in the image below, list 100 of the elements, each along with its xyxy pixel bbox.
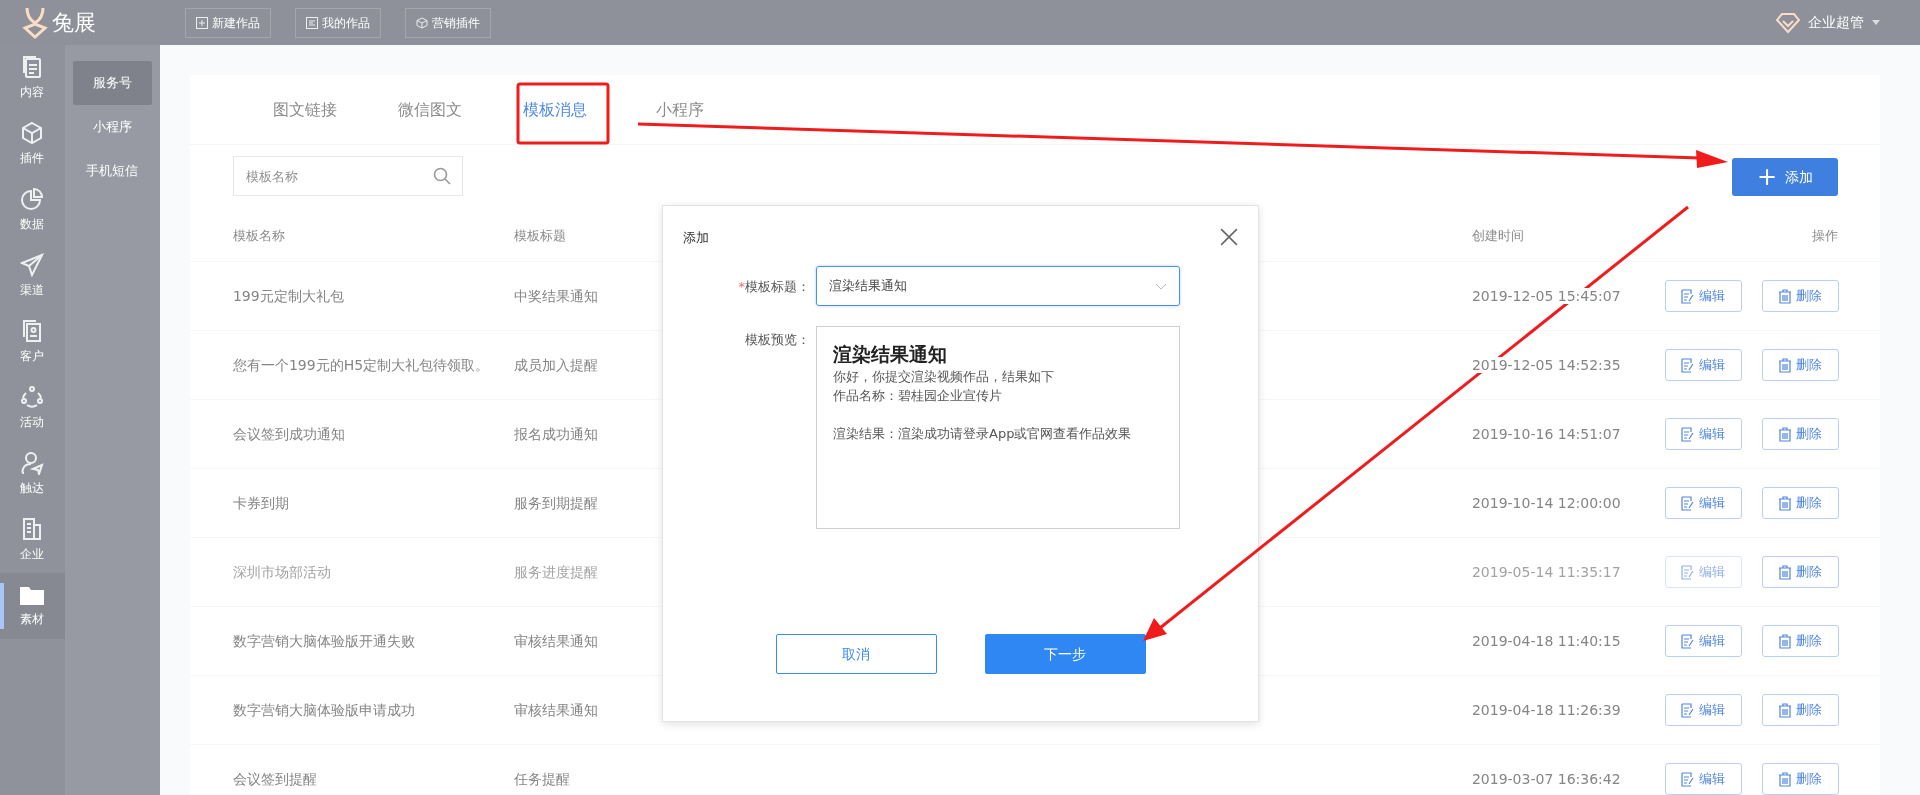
table-cell: 报名成功通知 xyxy=(513,425,598,442)
search-field[interactable]: 模板名称 xyxy=(232,156,463,196)
table-cell: 数字营销大脑体验版开通失败 xyxy=(232,632,415,649)
tab[interactable]: 图文链接 xyxy=(242,97,368,122)
sidebar-item[interactable]: 内容 xyxy=(0,45,65,111)
table-cell: 服务到期提醒 xyxy=(513,494,598,511)
nav-button[interactable]: 我的作品 xyxy=(295,7,381,38)
nav-button[interactable]: 新建作品 xyxy=(185,7,271,38)
table-cell: 您有一个199元的H5定制大礼包待领取。 xyxy=(232,356,490,373)
field-label: 模板预览： xyxy=(745,332,810,347)
cube-icon xyxy=(20,121,45,145)
table-cell: 会议签到提醒 xyxy=(232,770,317,787)
edit-icon xyxy=(1681,633,1696,649)
subnav-item[interactable]: 小程序 xyxy=(72,105,152,149)
rabbit-logo-icon xyxy=(22,5,48,40)
subnav-item[interactable]: 手机短信 xyxy=(72,149,152,193)
table-cell: 2019-12-05 14:52:35 xyxy=(1471,356,1621,373)
edit-button[interactable]: 编辑 xyxy=(1664,418,1742,450)
column-header: 模板标题 xyxy=(513,226,566,245)
cube-icon xyxy=(416,16,428,29)
delete-button[interactable]: 删除 xyxy=(1761,625,1839,657)
edit-button[interactable]: 编辑 xyxy=(1664,694,1742,726)
search-icon[interactable] xyxy=(432,167,451,185)
diamond-icon xyxy=(1776,11,1800,34)
table-cell: 卡券到期 xyxy=(232,494,289,511)
table-cell: 深圳市场部活动 xyxy=(232,563,331,580)
list-icon xyxy=(306,16,318,29)
edit-button[interactable]: 编辑 xyxy=(1664,763,1742,795)
user-name[interactable]: 企业超管 xyxy=(1808,12,1864,33)
user-send-icon xyxy=(20,451,45,475)
folder-icon xyxy=(19,584,46,606)
trash-icon xyxy=(1778,702,1793,718)
trash-icon xyxy=(1778,495,1793,511)
sidebar-item[interactable]: 客户 xyxy=(0,309,65,375)
preview-text: 作品名称：碧桂园企业宣传片 xyxy=(833,388,1002,403)
chevron-down-icon xyxy=(1155,282,1167,290)
sidebar-item[interactable]: 数据 xyxy=(0,177,65,243)
table-cell: 成员加入提醒 xyxy=(513,356,598,373)
document-icon xyxy=(21,55,44,79)
edit-button[interactable]: 编辑 xyxy=(1664,487,1742,519)
delete-button[interactable]: 删除 xyxy=(1761,280,1839,312)
delete-button[interactable]: 删除 xyxy=(1761,487,1839,519)
table-cell: 任务提醒 xyxy=(513,770,570,787)
edit-button[interactable]: 编辑 xyxy=(1664,280,1742,312)
tab[interactable]: 模板消息 xyxy=(492,97,618,122)
preview-heading: 渲染结果通知 xyxy=(833,343,947,365)
close-icon[interactable] xyxy=(1220,228,1238,246)
edit-icon xyxy=(1681,288,1696,304)
delete-button[interactable]: 删除 xyxy=(1761,349,1839,381)
delete-button[interactable]: 删除 xyxy=(1761,763,1839,795)
add-button[interactable]: + 添加 xyxy=(1732,158,1838,196)
plus-square-icon xyxy=(196,16,208,29)
template-title-select[interactable]: 渲染结果通知 xyxy=(816,266,1180,306)
edit-icon xyxy=(1681,702,1696,718)
preview-text: 渲染结果：渲染成功请登录App或官网查看作品效果 xyxy=(833,426,1132,441)
trash-icon xyxy=(1778,426,1793,442)
table-cell: 审核结果通知 xyxy=(513,632,598,649)
table-cell: 审核结果通知 xyxy=(513,701,598,718)
edit-button[interactable]: 编辑 xyxy=(1664,625,1742,657)
table-cell: 数字营销大脑体验版申请成功 xyxy=(232,701,415,718)
contact-card-icon xyxy=(21,319,44,343)
trash-icon xyxy=(1778,633,1793,649)
nav-button[interactable]: 营销插件 xyxy=(405,7,491,38)
sidebar-item[interactable]: 素材 xyxy=(0,573,65,639)
pie-chart-icon xyxy=(20,187,45,211)
trash-icon xyxy=(1778,288,1793,304)
cancel-button[interactable]: 取消 xyxy=(775,634,937,674)
trash-icon xyxy=(1778,564,1793,580)
edit-icon xyxy=(1681,357,1696,373)
table-cell: 会议签到成功通知 xyxy=(232,425,345,442)
table-cell: 2019-12-05 15:45:07 xyxy=(1471,287,1621,304)
sidebar-item[interactable]: 插件 xyxy=(0,111,65,177)
column-header: 模板名称 xyxy=(232,226,285,245)
table-cell: 服务进度提醒 xyxy=(513,563,598,580)
logo-text: 兔展 xyxy=(52,9,96,37)
field-label: *模板标题： xyxy=(738,279,810,294)
tab[interactable]: 小程序 xyxy=(617,97,743,122)
trash-icon xyxy=(1778,357,1793,373)
sidebar-item[interactable]: 渠道 xyxy=(0,243,65,309)
edit-icon xyxy=(1681,564,1696,580)
table-cell: 中奖结果通知 xyxy=(513,287,598,304)
dialog-title: 添加 xyxy=(683,229,709,247)
column-header: 操作 xyxy=(1812,226,1838,245)
edit-button[interactable]: 编辑 xyxy=(1664,349,1742,381)
trash-icon xyxy=(1778,771,1793,787)
delete-button[interactable]: 删除 xyxy=(1761,694,1839,726)
delete-button[interactable]: 删除 xyxy=(1761,418,1839,450)
next-button[interactable]: 下一步 xyxy=(984,634,1146,674)
tab[interactable]: 微信图文 xyxy=(367,97,493,122)
edit-icon xyxy=(1681,771,1696,787)
sidebar-item[interactable]: 活动 xyxy=(0,375,65,441)
table-cell: 199元定制大礼包 xyxy=(232,287,344,304)
sidebar-item[interactable]: 企业 xyxy=(0,507,65,573)
column-header: 创建时间 xyxy=(1471,226,1524,245)
paper-plane-icon xyxy=(20,253,45,277)
cycle-icon xyxy=(20,385,45,409)
subnav-item[interactable]: 服务号 xyxy=(72,61,152,105)
caret-icon[interactable] xyxy=(1872,20,1880,25)
sidebar-item[interactable]: 触达 xyxy=(0,441,65,507)
edit-icon xyxy=(1681,495,1696,511)
